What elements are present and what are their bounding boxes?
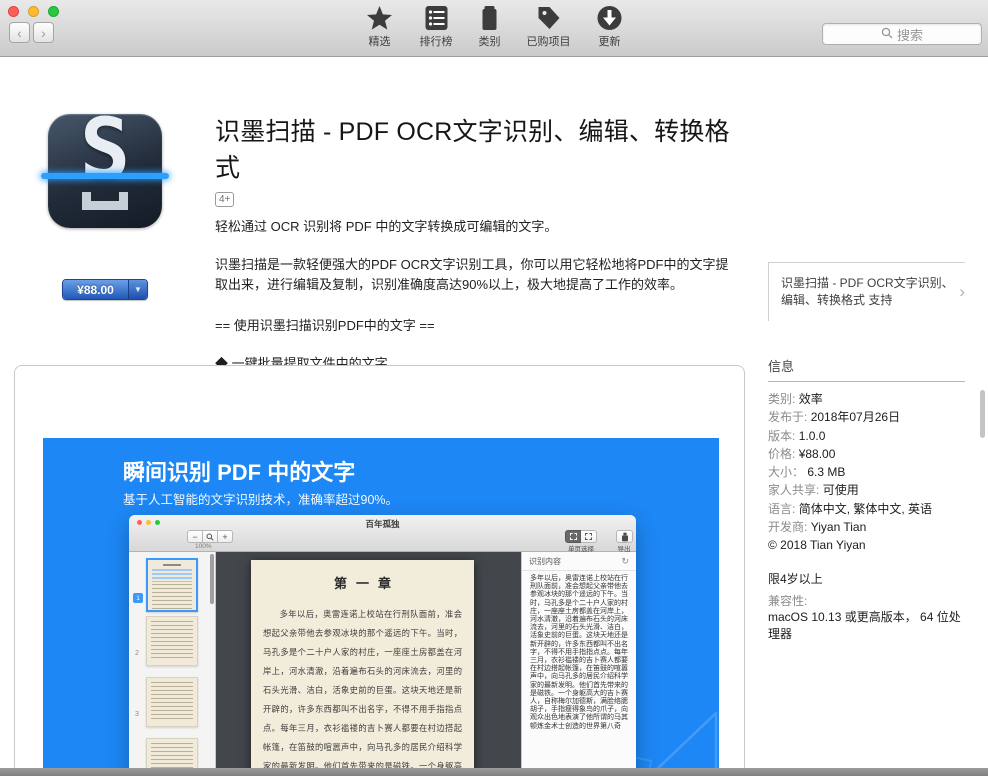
purchased-tag-icon [536, 5, 562, 31]
tab-label: 排行榜 [419, 36, 453, 48]
star-icon [366, 5, 394, 31]
mock-selection-mode-control [565, 530, 597, 543]
export-icon [621, 532, 628, 541]
description-section-heading: == 使用识墨扫描识别PDF中的文字 == [215, 318, 435, 333]
window-scrollbar[interactable] [980, 390, 985, 438]
app-store-window: ‹ › 精选 排行榜 类别 已购项目 更新 搜索 S ¥88.00 ▼ 识墨扫描… [0, 0, 988, 776]
tab-label: 已购项目 [526, 36, 571, 48]
search-input[interactable]: 搜索 [822, 23, 982, 45]
close-button[interactable] [8, 6, 19, 17]
panel-header: 识别内容 ↻ [522, 552, 636, 571]
info-row-copyright: © 2018 Tian Yiyan [768, 538, 866, 553]
zoom-out-button: − [187, 530, 203, 543]
tab-featured[interactable]: 精选 [366, 5, 394, 49]
banner-title: 瞬间识别 PDF 中的文字 [123, 460, 356, 485]
mock-window-body: 1 2 3 第一章 多年以后，奥雷连诺上校站在行刑队面前，准会想起父亲带他去参观… [129, 552, 636, 775]
price-button[interactable]: ¥88.00 ▼ [62, 279, 148, 300]
compatibility-text: macOS 10.13 或更高版本， 64 位处理器 [768, 609, 961, 641]
back-button[interactable]: ‹ [9, 22, 30, 43]
window-toolbar: ‹ › 精选 排行榜 类别 已购项目 更新 搜索 [0, 0, 988, 57]
mock-document-title: 百年孤独 [365, 519, 400, 529]
info-row-category: 类别: 效率 [768, 392, 823, 406]
page-title: 识墨扫描 - PDF OCR文字识别、编辑、转换格式 [215, 118, 730, 182]
zoom-in-button: + [217, 530, 233, 543]
page-thumbnail-strip: 1 2 3 [129, 552, 216, 775]
forward-icon: › [41, 24, 46, 41]
marketing-banner: 瞬间识别 PDF 中的文字 基于人工智能的文字识别技术，准确率超过90%。 百年… [43, 438, 719, 775]
age-rating-badge: 4+ [215, 192, 235, 207]
ranking-list-icon [423, 5, 449, 31]
info-row-languages: 语言: 简体中文, 繁体中文, 英语 [768, 501, 933, 516]
app-icon: S [41, 107, 169, 228]
tab-categories[interactable]: 类别 [479, 5, 501, 49]
support-link-label: 识墨扫描 - PDF OCR文字识别、编辑、转换格式 支持 [781, 276, 954, 307]
app-description: 识墨扫描是一款轻便强大的PDF OCR文字识别工具，你可以用它轻松地将PDF中的… [215, 257, 729, 292]
refresh-icon: ↻ [621, 556, 629, 566]
thumbnail-page-1-selected [146, 558, 198, 612]
store-tabs: 精选 排行榜 类别 已购项目 更新 [366, 5, 623, 49]
info-row-family-sharing: 家人共享: 可使用 [768, 483, 859, 498]
search-placeholder: 搜索 [896, 27, 923, 43]
thumbnail-page-3 [146, 677, 198, 727]
pdf-viewer-area: 第一章 多年以后，奥雷连诺上校站在行刑队面前，准会想起父亲带他去参观冰块的那个遥… [216, 552, 521, 775]
banner-subtitle: 基于人工智能的文字识别技术，准确率超过90%。 [123, 493, 399, 507]
page-number-badge: 1 [133, 593, 143, 603]
price-label: ¥88.00 [63, 280, 128, 299]
pdf-page: 第一章 多年以后，奥雷连诺上校站在行刑队面前，准会想起父亲带他去参观冰块的那个遥… [251, 560, 474, 775]
age-rating-text: 限4岁以上 [768, 571, 823, 586]
pdf-page-text: 多年以后，奥雷连诺上校站在行刑队面前，准会想起父亲带他去参观冰块的那个遥远的下午… [263, 610, 462, 771]
app-icon-bracket [82, 192, 128, 210]
recognized-text-panel: 识别内容 ↻ 多年以后，奥雷连诺上校站在行刑队面前，准会想起父亲带他去参观冰块的… [521, 552, 636, 775]
export-button-mock [616, 530, 633, 543]
info-row-version: 版本: 1.0.0 [768, 428, 826, 443]
chapter-title: 第一章 [333, 576, 400, 591]
support-link-row[interactable]: 识墨扫描 - PDF OCR文字识别、编辑、转换格式 支持 › [768, 262, 965, 321]
info-sidebar: 识墨扫描 - PDF OCR文字识别、编辑、转换格式 支持 › 信息 类别: 效… [768, 262, 965, 643]
single-page-select-icon [565, 530, 581, 543]
info-heading: 信息 [768, 356, 965, 382]
recognized-text: 多年以后，奥雷连诺上校站在行刑队面前，准会想起父亲带他去参观冰块的那个遥远的下午… [530, 575, 628, 730]
area-select-icon [581, 530, 597, 543]
scan-line [41, 173, 169, 180]
mock-app-window: 百年孤独 − + 100% 单页选择 导出 1 2 3 第一章 多年以后，奥雷连… [129, 515, 636, 775]
info-row-size: 大小： 6.3 MB [768, 465, 846, 480]
updates-download-icon [597, 5, 623, 31]
page-number-label: 2 [135, 650, 139, 657]
thumbnail-scrollbar [210, 554, 214, 604]
app-tagline: 轻松通过 OCR 识别将 PDF 中的文字转换成可编辑的文字。 [215, 219, 558, 234]
tab-top-charts[interactable]: 排行榜 [420, 5, 453, 49]
magnifier-icon [202, 530, 218, 543]
tab-updates[interactable]: 更新 [597, 5, 623, 49]
tab-label: 精选 [368, 36, 391, 48]
price-dropdown[interactable]: ▼ [128, 280, 147, 299]
categories-icon [480, 5, 500, 31]
panel-title: 识别内容 [529, 557, 561, 566]
traffic-lights [8, 6, 59, 17]
info-row-price: 价格: ¥88.00 [768, 446, 836, 461]
info-row-developer: 开发商: Yiyan Tian [768, 520, 867, 535]
minimize-button[interactable] [28, 6, 39, 17]
info-list: 类别: 效率 发布于: 2018年07月26日 版本: 1.0.0 价格: ¥8… [768, 390, 965, 555]
compatibility-label: 兼容性: [768, 593, 808, 608]
forward-button[interactable]: › [33, 22, 54, 43]
back-icon: ‹ [17, 24, 22, 41]
mock-window-header: 百年孤独 − + 100% 单页选择 导出 [129, 515, 636, 553]
thumbnail-page-2 [146, 616, 198, 666]
zoom-level-label: 100% [195, 543, 212, 550]
tab-label: 类别 [478, 36, 501, 48]
screenshot-preview-card[interactable]: 瞬间识别 PDF 中的文字 基于人工智能的文字识别技术，准确率超过90%。 百年… [14, 365, 745, 776]
chevron-down-icon: ▼ [134, 285, 142, 294]
banner-watermark [628, 711, 718, 775]
chevron-right-icon: › [959, 282, 965, 301]
info-row-released: 发布于: 2018年07月26日 [768, 410, 901, 425]
zoom-button[interactable] [48, 6, 59, 17]
tab-purchased[interactable]: 已购项目 [527, 5, 571, 49]
page-number-label: 3 [135, 711, 139, 718]
window-bottom-edge [0, 768, 988, 776]
history-nav: ‹ › [9, 22, 54, 43]
search-icon [881, 27, 893, 42]
tab-label: 更新 [598, 36, 621, 48]
mock-zoom-control: − + [187, 530, 233, 543]
